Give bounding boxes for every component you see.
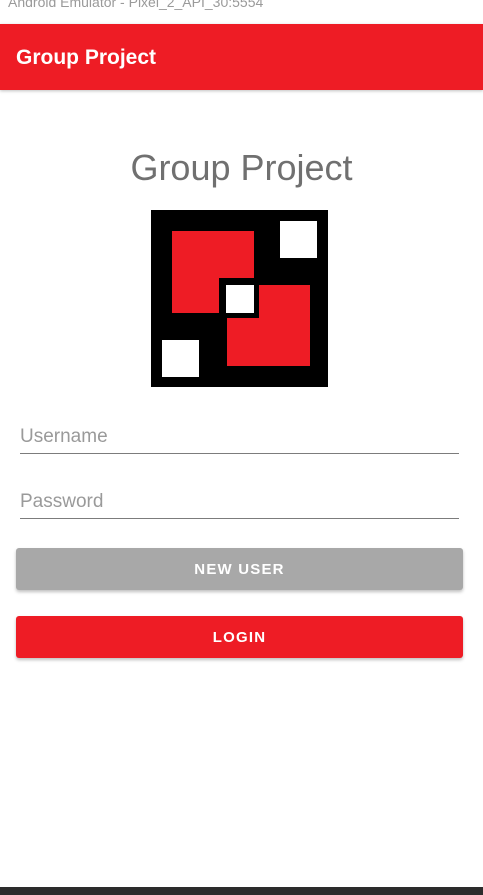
navigation-bar xyxy=(0,887,483,895)
username-input[interactable] xyxy=(20,420,459,453)
password-field[interactable] xyxy=(20,485,459,519)
app-bar: Group Project xyxy=(0,24,483,90)
group-project-logo xyxy=(151,210,328,387)
app-bar-title: Group Project xyxy=(16,46,157,69)
window-title-text: Android Emulator - Pixel_2_API_30:5554 xyxy=(8,0,264,10)
emulator-window-title: Android Emulator - Pixel_2_API_30:5554 xyxy=(0,0,483,24)
new-user-button[interactable]: NEW USER xyxy=(16,548,463,590)
username-field[interactable] xyxy=(20,420,459,454)
login-button[interactable]: LOGIN xyxy=(16,616,463,658)
page-title: Group Project xyxy=(130,147,353,188)
password-input[interactable] xyxy=(20,485,459,518)
